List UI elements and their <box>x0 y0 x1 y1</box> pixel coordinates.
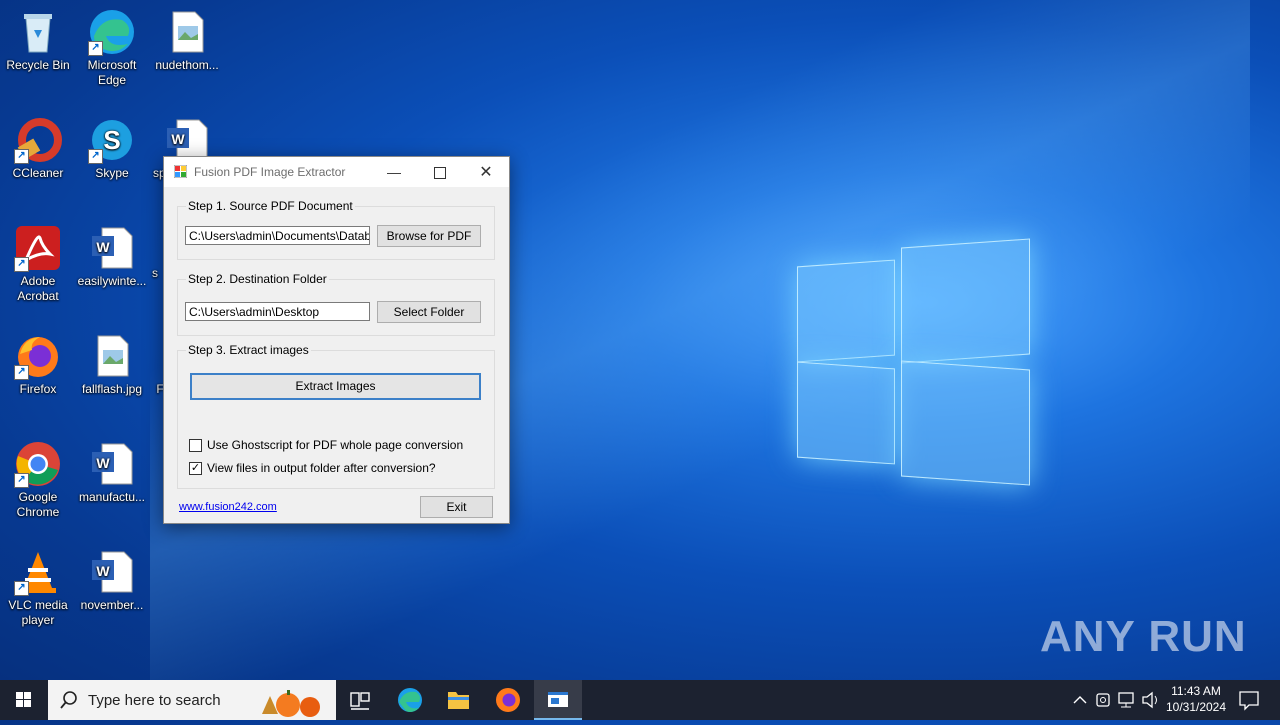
ghostscript-checkbox[interactable] <box>189 439 202 452</box>
firefox-icon <box>496 688 520 712</box>
checkmark-icon: ✓ <box>190 462 201 474</box>
fusion242-link[interactable]: www.fusion242.com <box>179 501 277 513</box>
browse-pdf-button[interactable]: Browse for PDF <box>377 225 481 247</box>
svg-text:W: W <box>171 131 185 147</box>
network-button[interactable] <box>1116 680 1138 720</box>
minimize-button[interactable]: — <box>371 157 417 187</box>
vlc-icon: ↗ <box>14 548 62 596</box>
search-placeholder: Type here to search <box>88 692 221 709</box>
wallpaper-windows-logo <box>797 238 1030 486</box>
image-file-icon <box>163 8 211 56</box>
step1-label: Step 1. Source PDF Document <box>186 199 355 213</box>
desktop-icon-ccleaner[interactable]: ↗ CCleaner <box>0 116 76 181</box>
window-title: Fusion PDF Image Extractor <box>194 165 346 179</box>
anyrun-watermark: ANY RUN <box>1040 612 1247 661</box>
clock-button[interactable]: 11:43 AM 10/31/2024 <box>1163 680 1229 720</box>
ghostscript-label[interactable]: Use Ghostscript for PDF whole page conve… <box>207 438 463 452</box>
ccleaner-icon: ↗ <box>14 116 62 164</box>
close-button[interactable]: ✕ <box>463 157 509 187</box>
maximize-icon <box>434 167 446 180</box>
svg-text:W: W <box>96 563 110 579</box>
acrobat-icon: ↗ <box>14 224 62 272</box>
speaker-icon <box>1142 691 1157 709</box>
action-center-button[interactable] <box>1232 680 1268 720</box>
word-document-icon: W <box>88 548 136 596</box>
skype-icon: S ↗ <box>88 116 136 164</box>
notification-icon <box>1239 691 1259 711</box>
step3-group: Step 3. Extract images Extract Images Us… <box>177 343 495 489</box>
halloween-pumpkins-icon <box>262 690 320 717</box>
taskbar-edge-button[interactable] <box>386 680 434 720</box>
windows-start-icon <box>16 692 31 707</box>
shortcut-arrow-icon: ↗ <box>88 41 103 56</box>
chevron-up-icon <box>1073 696 1087 704</box>
fusion-pdf-window[interactable]: Fusion PDF Image Extractor — ✕ Step 1. S… <box>163 156 510 524</box>
network-icon <box>1118 692 1134 708</box>
start-button[interactable] <box>0 680 48 720</box>
desktop-icon-nudethom[interactable]: nudethom... <box>149 8 225 73</box>
taskbar-file-explorer-button[interactable] <box>434 680 482 720</box>
minimize-icon: — <box>387 164 401 180</box>
volume-button[interactable] <box>1140 680 1162 720</box>
shortcut-arrow-icon: ↗ <box>14 473 29 488</box>
svg-text:S: S <box>103 125 120 155</box>
shortcut-arrow-icon: ↗ <box>14 581 29 596</box>
maximize-button[interactable] <box>417 157 463 187</box>
extract-images-button[interactable]: Extract Images <box>190 373 481 400</box>
app-icon <box>174 165 187 178</box>
desktop-icon-november[interactable]: W november... <box>74 548 150 613</box>
taskbar-firefox-button[interactable] <box>484 680 532 720</box>
device-icon <box>1096 693 1110 707</box>
word-document-icon: W <box>88 440 136 488</box>
desktop-icon-s[interactable]: s <box>149 266 161 281</box>
task-view-icon <box>350 692 370 710</box>
desktop-icon-firefox[interactable]: ↗ Firefox <box>0 332 76 397</box>
desktop-icon-recycle-bin[interactable]: Recycle Bin <box>0 8 76 73</box>
shortcut-arrow-icon: ↗ <box>14 257 29 272</box>
view-output-label[interactable]: View files in output folder after conver… <box>207 461 436 475</box>
search-icon <box>60 691 77 709</box>
desktop-icon-skype[interactable]: S ↗ Skype <box>74 116 150 181</box>
desktop-icon-fallflash[interactable]: fallflash.jpg <box>74 332 150 397</box>
chrome-icon: ↗ <box>14 440 62 488</box>
select-folder-button[interactable]: Select Folder <box>377 301 481 323</box>
desktop-icon-chrome[interactable]: ↗ Google Chrome <box>0 440 76 520</box>
edge-icon: ↗ <box>88 8 136 56</box>
desktop-icon-easilywinte[interactable]: W easilywinte... <box>74 224 150 289</box>
source-pdf-path-field[interactable]: C:\Users\admin\Documents\Databas <box>185 226 370 245</box>
step2-group: Step 2. Destination Folder C:\Users\admi… <box>177 272 495 336</box>
svg-text:W: W <box>96 455 110 471</box>
app-window-icon <box>548 692 568 707</box>
destination-folder-field[interactable]: C:\Users\admin\Desktop <box>185 302 370 321</box>
svg-text:W: W <box>96 239 110 255</box>
desktop-icon-edge[interactable]: ↗ Microsoft Edge <box>74 8 150 88</box>
desktop-icon-adobe-acrobat[interactable]: ↗ Adobe Acrobat <box>0 224 76 304</box>
edge-icon <box>398 688 422 712</box>
window-titlebar[interactable]: Fusion PDF Image Extractor — ✕ <box>164 157 509 187</box>
taskbar-search-box[interactable]: Type here to search <box>48 680 336 720</box>
taskbar-fusion-pdf-button[interactable] <box>534 680 582 720</box>
firefox-icon: ↗ <box>14 332 62 380</box>
task-view-button[interactable] <box>336 680 384 720</box>
desktop-icon-vlc[interactable]: ↗ VLC media player <box>0 548 76 628</box>
view-output-checkbox[interactable]: ✓ <box>189 462 202 475</box>
step1-group: Step 1. Source PDF Document C:\Users\adm… <box>177 199 495 260</box>
shortcut-arrow-icon: ↗ <box>14 149 29 164</box>
image-file-icon <box>88 332 136 380</box>
clock-date: 10/31/2024 <box>1165 700 1227 714</box>
recycle-bin-icon <box>14 8 62 56</box>
close-icon: ✕ <box>479 164 493 181</box>
show-hidden-icons-button[interactable] <box>1068 680 1092 720</box>
step3-label: Step 3. Extract images <box>186 343 311 357</box>
taskbar: Type here to search 11:43 AM 10/31/2024 <box>0 680 1280 720</box>
shortcut-arrow-icon: ↗ <box>14 365 29 380</box>
clock-time: 11:43 AM <box>1171 684 1221 698</box>
folder-icon <box>448 692 469 709</box>
step2-label: Step 2. Destination Folder <box>186 272 329 286</box>
exit-button[interactable]: Exit <box>420 496 493 518</box>
word-document-icon: W <box>88 224 136 272</box>
shortcut-arrow-icon: ↗ <box>88 149 103 164</box>
desktop-icon-manufactu[interactable]: W manufactu... <box>74 440 150 505</box>
tray-device-button[interactable] <box>1093 680 1113 720</box>
